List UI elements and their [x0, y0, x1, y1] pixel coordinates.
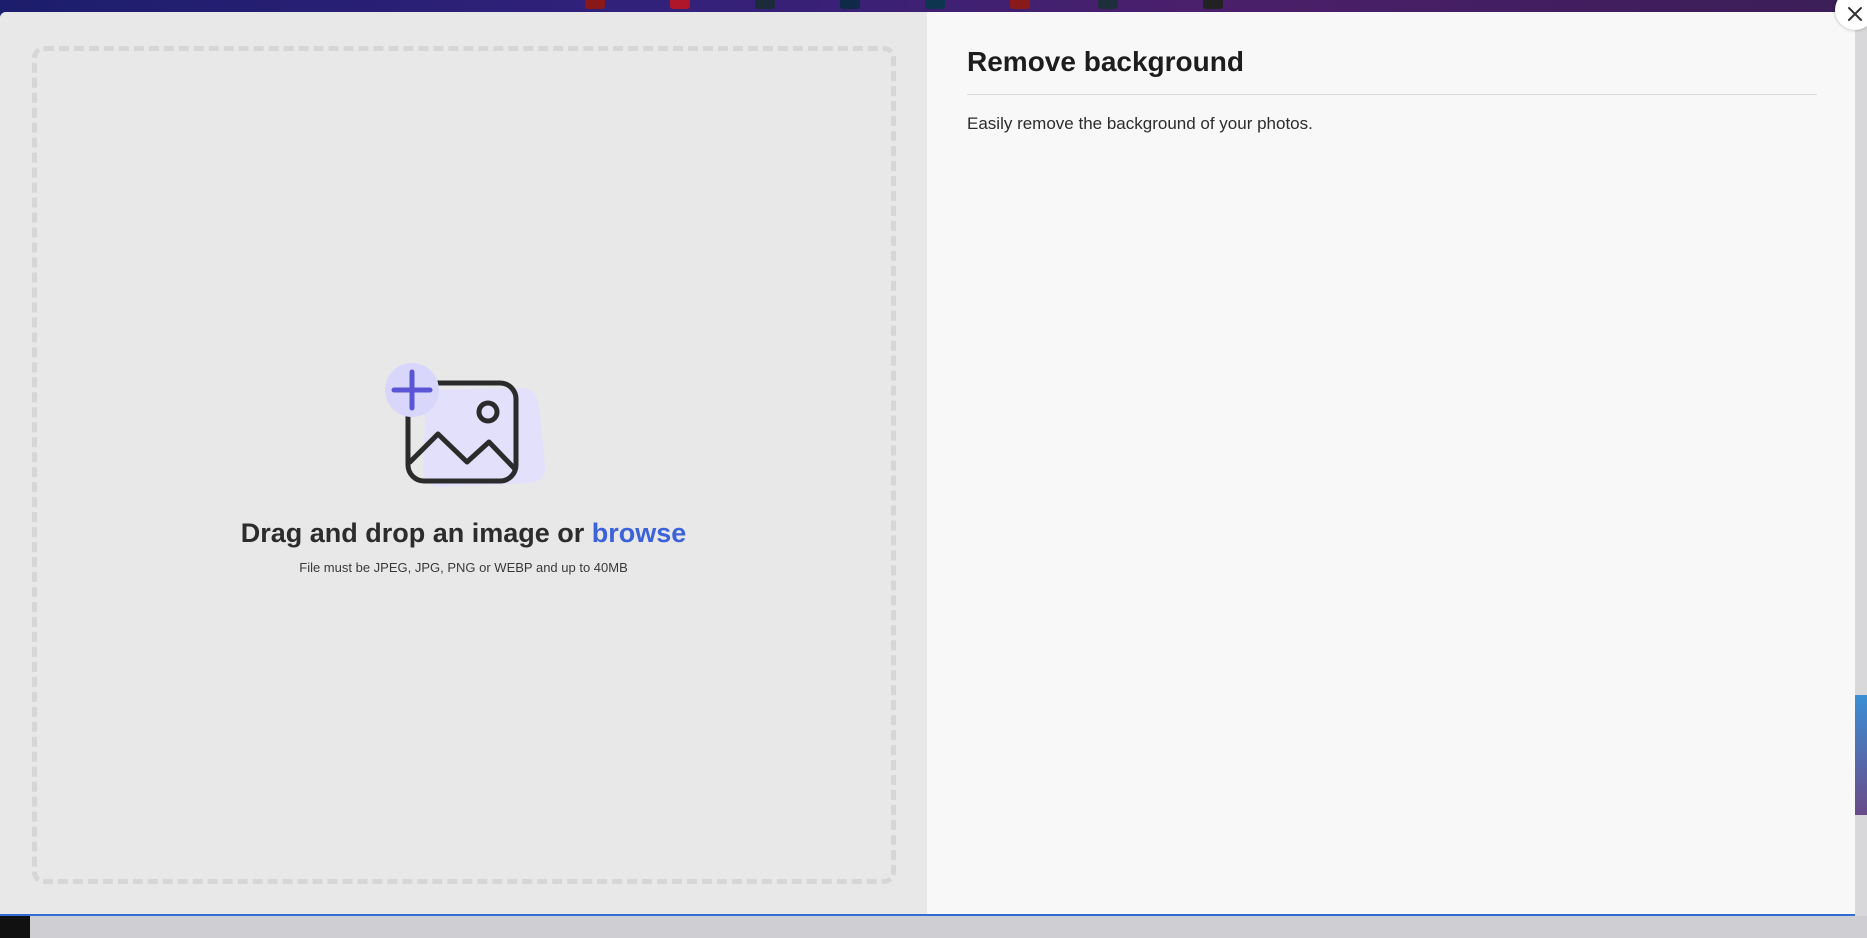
info-pane: Remove background Easily remove the back…: [927, 12, 1855, 914]
app-tile[interactable]: [755, 0, 775, 9]
app-tile[interactable]: [585, 0, 605, 9]
panel-description: Easily remove the background of your pho…: [967, 114, 1313, 133]
browse-link[interactable]: browse: [592, 518, 687, 548]
app-tile[interactable]: [670, 0, 690, 9]
dropzone-hint: File must be JPEG, JPG, PNG or WEBP and …: [299, 560, 628, 575]
app-tile[interactable]: [1010, 0, 1030, 9]
page-bottom-strip: [0, 916, 1867, 938]
panel-title: Remove background: [967, 46, 1244, 77]
app-tile[interactable]: [925, 0, 945, 9]
dropzone-title: Drag and drop an image or browse: [0, 518, 927, 549]
close-icon: [1848, 7, 1862, 21]
page-bottom-corner: [0, 916, 30, 938]
page-right-image: [1855, 695, 1867, 815]
app-tile[interactable]: [1098, 0, 1118, 9]
image-add-icon: [381, 350, 551, 490]
divider: [967, 94, 1817, 95]
remove-background-modal: Drag and drop an image or browse File mu…: [0, 12, 1855, 916]
app-tile[interactable]: [840, 0, 860, 9]
upload-pane: Drag and drop an image or browse File mu…: [0, 12, 927, 914]
app-tile[interactable]: [1203, 0, 1223, 9]
browser-top-strip: [0, 0, 1867, 12]
dropzone-title-text: Drag and drop an image or: [240, 518, 592, 548]
